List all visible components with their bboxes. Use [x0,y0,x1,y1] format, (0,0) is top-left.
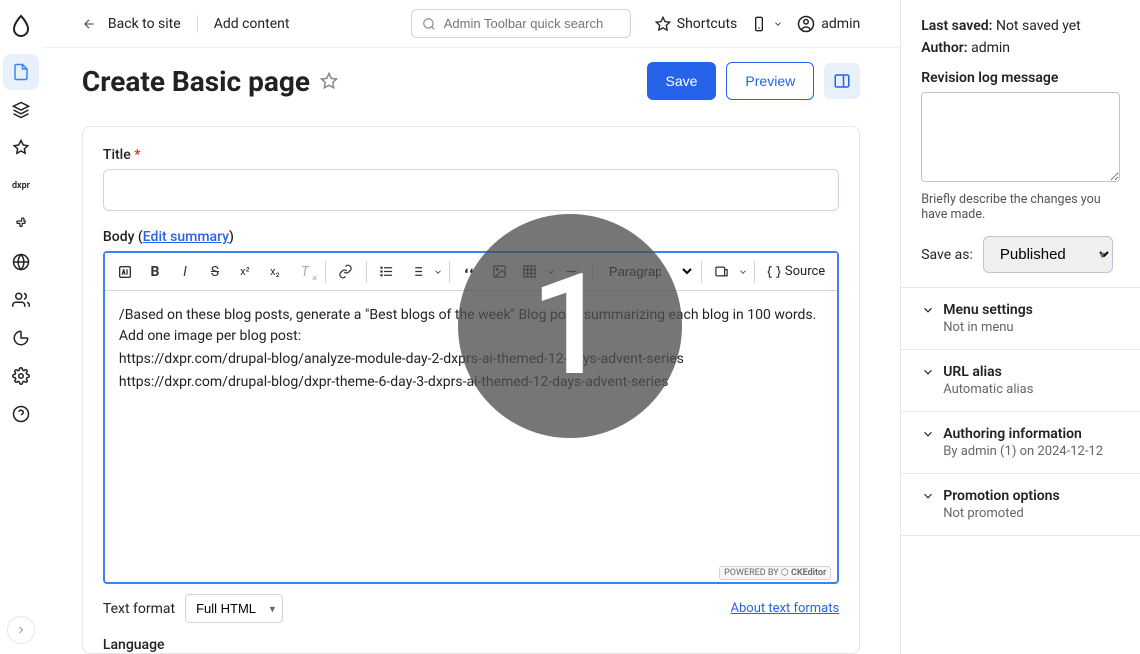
mobile-icon [751,16,767,32]
save-as-label: Save as: [921,247,973,263]
back-to-site-link[interactable]: Back to site [108,16,181,32]
topbar-divider [197,15,198,33]
drupal-logo [3,8,39,44]
tb-ol-icon[interactable] [403,258,431,286]
chevron-down-icon [921,427,935,441]
user-menu[interactable]: admin [797,15,860,33]
tb-source-button[interactable]: Source [761,264,831,279]
source-icon [767,265,781,279]
tb-block-style-select[interactable]: Paragraph [599,259,695,284]
tb-media-icon[interactable] [708,258,736,286]
page-title: Create Basic page [82,65,310,98]
admin-sidebar: dxpr [0,0,42,654]
tb-ai-icon[interactable] [111,258,139,286]
revision-log-textarea[interactable] [921,92,1120,182]
search-icon [422,17,436,31]
tb-subscript-icon[interactable]: x₂ [261,258,289,286]
last-saved-row: Last saved: Not saved yet [921,18,1120,34]
tb-bold-icon[interactable]: B [141,258,169,286]
sidebar-config-icon[interactable] [3,358,39,394]
sidebar-globe-icon[interactable] [3,244,39,280]
body-label: Body (Edit summary) [103,229,839,245]
accordion-url-alias[interactable]: URL alias Automatic alias [921,350,1120,411]
sidebar-help-icon[interactable] [3,396,39,432]
sidebar-people-icon[interactable] [3,282,39,318]
editor-content[interactable]: /Based on these blog posts, generate a "… [105,291,837,561]
sidebar-collapse-toggle[interactable] [7,616,35,644]
chevron-down-icon [921,365,935,379]
revision-log-hint: Briefly describe the changes you have ma… [921,192,1120,222]
author-row: Author: admin [921,40,1120,56]
back-arrow-icon[interactable] [82,17,96,31]
tb-link-icon[interactable] [332,258,360,286]
sidebar-content-icon[interactable] [3,54,39,90]
chevron-down-icon [546,267,556,277]
save-button[interactable]: Save [647,62,717,100]
editor-line: https://dxpr.com/drupal-blog/dxpr-theme-… [119,372,823,393]
add-content-link[interactable]: Add content [214,16,290,32]
tb-strike-icon[interactable]: S [201,258,229,286]
title-label: Title * [103,147,839,163]
revision-log-label: Revision log message [921,70,1120,86]
accordion-promotion-options[interactable]: Promotion options Not promoted [921,474,1120,535]
tb-italic-icon[interactable]: I [171,258,199,286]
preview-button[interactable]: Preview [726,62,814,100]
chevron-down-icon [921,489,935,503]
sidebar-structure-icon[interactable] [3,92,39,128]
form-card: Title * Body (Edit summary) B I S x² x₂ … [82,126,860,654]
editor-line: https://dxpr.com/drupal-blog/analyze-mod… [119,349,823,370]
topbar: Back to site Add content Shortcuts admi [42,0,900,48]
device-preview-toggle[interactable] [751,16,783,32]
tb-table-icon[interactable] [516,258,544,286]
tb-superscript-icon[interactable]: x² [231,258,259,286]
main-column: Back to site Add content Shortcuts admi [42,0,901,654]
chevron-down-icon [433,267,443,277]
shortcuts-link[interactable]: Shortcuts [655,16,738,32]
tb-ul-icon[interactable] [373,258,401,286]
language-label: Language [103,637,839,653]
about-text-formats-link[interactable]: About text formats [731,601,840,616]
favorite-toggle[interactable] [320,72,338,90]
chevron-down-icon [921,303,935,317]
tb-clearformat-icon[interactable]: T× [291,258,319,286]
accordion-sub: Not in menu [943,320,1120,335]
save-as-select[interactable]: Published [983,236,1113,273]
sidebar-dxpr-label[interactable]: dxpr [3,168,39,204]
right-panel-toggle[interactable] [824,63,860,99]
shortcuts-label: Shortcuts [677,16,738,32]
admin-search[interactable] [411,9,631,38]
sidebar-reports-icon[interactable] [3,320,39,356]
editor-line: /Based on these blog posts, generate a "… [119,305,823,347]
tb-image-icon[interactable] [486,258,514,286]
star-icon [655,16,671,32]
sidebar-extend-icon[interactable] [3,206,39,242]
user-label: admin [821,16,860,32]
body-editor: B I S x² x₂ T× [103,251,839,584]
ckeditor-badge-row: POWERED BY ⬡ CKEditor [105,561,837,582]
page-header: Create Basic page Save Preview [42,48,900,110]
accordion-menu-settings[interactable]: Menu settings Not in menu [921,288,1120,349]
chevron-down-icon [738,267,748,277]
title-input[interactable] [103,169,839,211]
accordion-sub: Not promoted [943,506,1120,521]
tb-quote-icon[interactable] [456,258,484,286]
chevron-down-icon [773,19,783,29]
ckeditor-badge: POWERED BY ⬡ CKEditor [719,566,831,580]
right-panel: Last saved: Not saved yet Author: admin … [901,0,1140,654]
accordion-sub: Automatic alias [943,382,1120,397]
sidebar-appearance-icon[interactable] [3,130,39,166]
text-format-label: Text format [103,601,175,617]
accordion-authoring-info[interactable]: Authoring information By admin (1) on 20… [921,412,1120,473]
editor-toolbar: B I S x² x₂ T× [105,253,837,291]
text-format-select[interactable]: Full HTML [185,594,283,623]
edit-summary-link[interactable]: Edit summary [143,229,229,245]
admin-search-input[interactable] [444,16,620,31]
tb-hr-icon[interactable] [558,258,586,286]
user-icon [797,15,815,33]
accordion-sub: By admin (1) on 2024-12-12 [943,444,1120,459]
